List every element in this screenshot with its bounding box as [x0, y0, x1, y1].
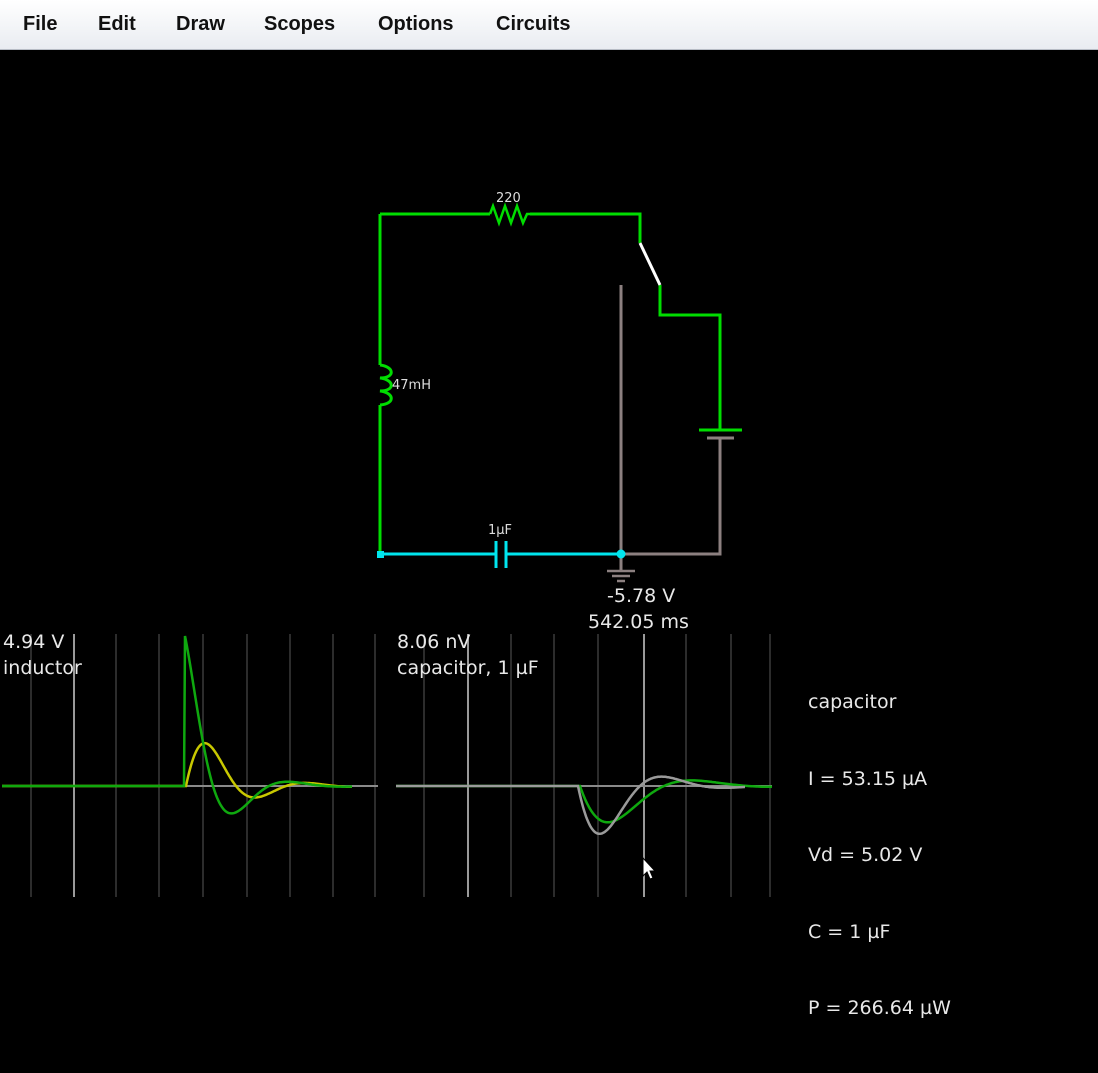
menu-options[interactable]: Options	[376, 0, 456, 50]
ground-symbol-icon[interactable]	[607, 569, 635, 583]
battery[interactable]	[699, 428, 742, 440]
info-current: I = 53.15 µA	[808, 767, 928, 790]
scope-capacitor-value: 8.06 nV	[397, 631, 471, 653]
capacitor[interactable]	[494, 541, 508, 568]
switch[interactable]	[638, 242, 662, 286]
info-capacitance: C = 1 µF	[808, 920, 891, 943]
capacitor-label: 1µF	[488, 523, 513, 538]
node-left[interactable]	[377, 551, 384, 558]
circuit-wires[interactable]	[378, 212, 722, 570]
info-title: capacitor	[808, 691, 897, 713]
menu-circuits[interactable]: Circuits	[494, 0, 572, 50]
wire-ground-right[interactable]	[621, 438, 722, 556]
capacitor-trace-gray	[396, 775, 745, 836]
menu-draw[interactable]: Draw	[174, 0, 227, 50]
menu-scopes[interactable]: Scopes	[262, 0, 337, 50]
menu-bar: File Edit Draw Scopes Options Circuits	[0, 0, 1098, 50]
wire-right-branch[interactable]	[658, 285, 722, 430]
info-panel: capacitor I = 53.15 µA Vd = 5.02 V C = 1…	[808, 639, 951, 1073]
info-voltage: Vd = 5.02 V	[808, 844, 923, 866]
scope-capacitor-name: capacitor, 1 µF	[397, 657, 539, 679]
resistor-label: 220	[496, 191, 521, 206]
scope-inductor-name: inductor	[3, 657, 82, 679]
circuit-canvas[interactable]: 220 47mH 1µF -5.78 V 542.05 ms 4.94 V in…	[0, 50, 1098, 1019]
inductor-trace-yellow	[2, 741, 352, 799]
inductor[interactable]	[379, 363, 393, 407]
resistor[interactable]	[488, 202, 530, 227]
menu-edit[interactable]: Edit	[96, 0, 138, 50]
simulation-time: 542.05 ms	[588, 611, 689, 633]
probe-voltage: -5.78 V	[607, 585, 676, 607]
wire-top-right[interactable]	[530, 212, 642, 243]
node-probe[interactable]	[616, 549, 626, 559]
menu-file[interactable]: File	[21, 0, 59, 50]
scope-inductor-value: 4.94 V	[3, 631, 65, 653]
info-power: P = 266.64 µW	[808, 997, 951, 1019]
inductor-label: 47mH	[392, 378, 431, 393]
